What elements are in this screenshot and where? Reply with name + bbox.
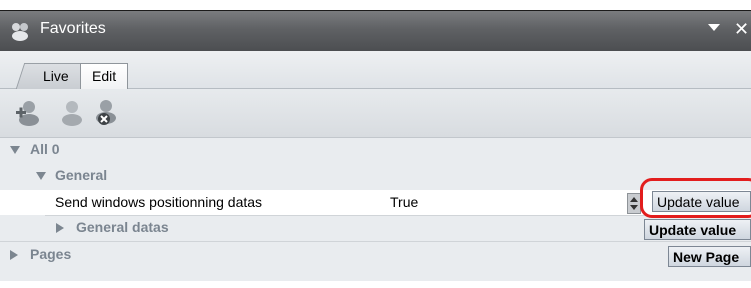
divider <box>0 241 751 242</box>
chevron-right-icon[interactable] <box>10 250 18 260</box>
property-row[interactable]: Send windows positionning datas True <box>0 190 751 215</box>
property-value[interactable]: True <box>390 194 418 210</box>
tree-node-all-label: All 0 <box>30 141 60 157</box>
favorites-window: Favorites ✕ Live Edit All 0 General Send… <box>0 10 751 281</box>
remove-user-icon[interactable] <box>92 98 120 126</box>
value-stepper[interactable] <box>627 193 641 214</box>
update-value-button-2[interactable]: Update value <box>644 219 751 240</box>
tree-node-all[interactable]: All 0 <box>0 138 751 163</box>
tree-node-general-datas-label: General datas <box>76 219 169 235</box>
close-icon[interactable]: ✕ <box>734 19 749 40</box>
new-page-button[interactable]: New Page <box>668 246 751 267</box>
window-title: Favorites <box>40 20 106 37</box>
tab-live-label: Live <box>43 68 69 84</box>
tab-edit-label: Edit <box>92 68 117 84</box>
users-icon <box>12 23 28 41</box>
titlebar: Favorites ✕ <box>0 11 751 51</box>
property-name: Send windows positionning datas <box>55 194 263 210</box>
tab-edit[interactable]: Edit <box>80 63 128 89</box>
chevron-down-icon[interactable] <box>10 146 20 154</box>
tree-node-pages[interactable]: Pages <box>0 243 751 268</box>
tab-bar: Live Edit <box>0 51 751 89</box>
tree-node-pages-label: Pages <box>30 246 72 262</box>
add-user-icon[interactable] <box>14 98 42 126</box>
highlight-annotation <box>640 178 751 218</box>
toolbar <box>0 89 751 138</box>
tree-node-general-datas[interactable]: General datas <box>0 216 751 241</box>
tree-node-general[interactable]: General <box>0 164 751 189</box>
tree-node-general-label: General <box>55 167 108 183</box>
chevron-right-icon[interactable] <box>56 223 64 233</box>
window-menu-dropdown-icon[interactable] <box>708 24 720 31</box>
chevron-down-icon[interactable] <box>36 172 46 180</box>
user-icon[interactable] <box>58 98 86 126</box>
